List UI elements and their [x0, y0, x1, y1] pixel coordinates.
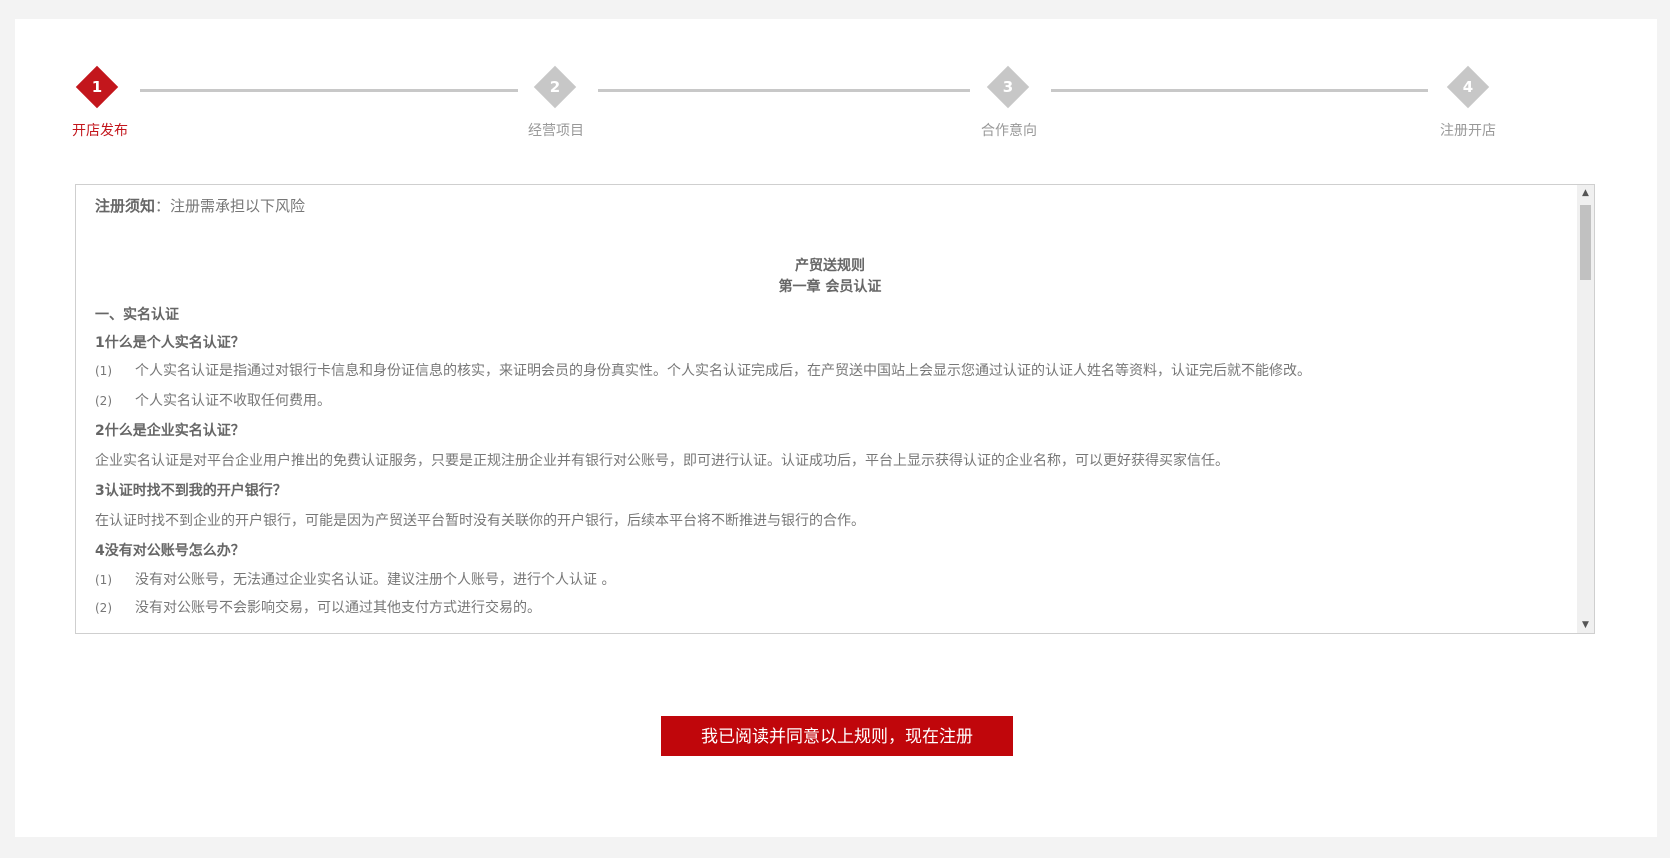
item-index: (1)	[95, 364, 112, 378]
item-text: 没有对公账号不会影响交易，可以通过其他支付方式进行交易的。	[135, 600, 541, 616]
item-index: (1)	[95, 573, 112, 587]
step-4-label: 注册开店	[1440, 123, 1496, 139]
scroll-up-arrow-icon[interactable]: ▲	[1577, 185, 1594, 201]
step-2-number: 2	[549, 78, 561, 96]
step-connector	[1051, 89, 1428, 92]
notice-heading: 注册须知	[95, 197, 156, 215]
term-paragraph: 企业实名认证是对平台企业用户推出的免费认证服务，只要是正规注册企业并有银行对公账…	[95, 453, 1229, 469]
step-2-label: 经营项目	[528, 123, 584, 139]
section-heading: 一、实名认证	[95, 307, 179, 323]
progress-stepper: 1 开店发布 2 经营项目 3 合作意向 4 注册开店	[15, 19, 1657, 159]
scroll-down-arrow-icon[interactable]: ▼	[1577, 617, 1594, 633]
agree-register-button[interactable]: 我已阅读并同意以上规则，现在注册	[661, 716, 1013, 756]
question-heading: 1什么是个人实名认证？	[95, 335, 245, 351]
question-heading: 2什么是企业实名认证？	[95, 423, 245, 439]
item-text: 个人实名认证不收取任何费用。	[135, 393, 331, 409]
step-3-number: 3	[1002, 78, 1014, 96]
step-3-label: 合作意向	[981, 123, 1037, 139]
notice-text: ：注册需承担以下风险	[155, 197, 306, 215]
item-index: (2)	[95, 394, 112, 408]
step-4-number: 4	[1462, 78, 1474, 96]
step-connector	[140, 89, 518, 92]
item-text: 个人实名认证是指通过对银行卡信息和身份证信息的核实，来证明会员的身份真实性。个人…	[135, 363, 1311, 379]
term-item: (1) 个人实名认证是指通过对银行卡信息和身份证信息的核实，来证明会员的身份真实性…	[95, 360, 1311, 380]
registration-card: 1 开店发布 2 经营项目 3 合作意向 4 注册开店 注册须知：注册需承担以下…	[15, 19, 1657, 837]
registration-notice: 注册须知：注册需承担以下风险	[95, 195, 305, 216]
question-heading: 3认证时找不到我的开户银行？	[95, 483, 287, 499]
vertical-scrollbar[interactable]: ▲ ▼	[1577, 185, 1594, 633]
step-1-number: 1	[91, 78, 103, 96]
term-item: (2) 个人实名认证不收取任何费用。	[95, 390, 331, 410]
item-index: (2)	[95, 601, 112, 615]
question-heading: 4没有对公账号怎么办？	[95, 543, 245, 559]
item-text: 没有对公账号，无法通过企业实名认证。建议注册个人账号，进行个人认证 。	[135, 572, 616, 588]
step-connector	[598, 89, 970, 92]
term-paragraph: 在认证时找不到企业的开户银行，可能是因为产贸送平台暂时没有关联你的开户银行，后续…	[95, 513, 865, 529]
term-item: (1) 没有对公账号，无法通过企业实名认证。建议注册个人账号，进行个人认证 。	[95, 569, 615, 589]
rules-title: 产贸送规则	[795, 258, 865, 274]
scroll-thumb[interactable]	[1580, 205, 1591, 280]
terms-scroll-box[interactable]: 注册须知：注册需承担以下风险 产贸送规则 第一章 会员认证 一、实名认证 1什么…	[75, 184, 1595, 634]
term-item: (2) 没有对公账号不会影响交易，可以通过其他支付方式进行交易的。	[95, 597, 541, 617]
step-1-label: 开店发布	[72, 123, 128, 139]
terms-content: 注册须知：注册需承担以下风险 产贸送规则 第一章 会员认证 一、实名认证 1什么…	[95, 185, 1565, 633]
chapter-title: 第一章 会员认证	[778, 279, 882, 295]
